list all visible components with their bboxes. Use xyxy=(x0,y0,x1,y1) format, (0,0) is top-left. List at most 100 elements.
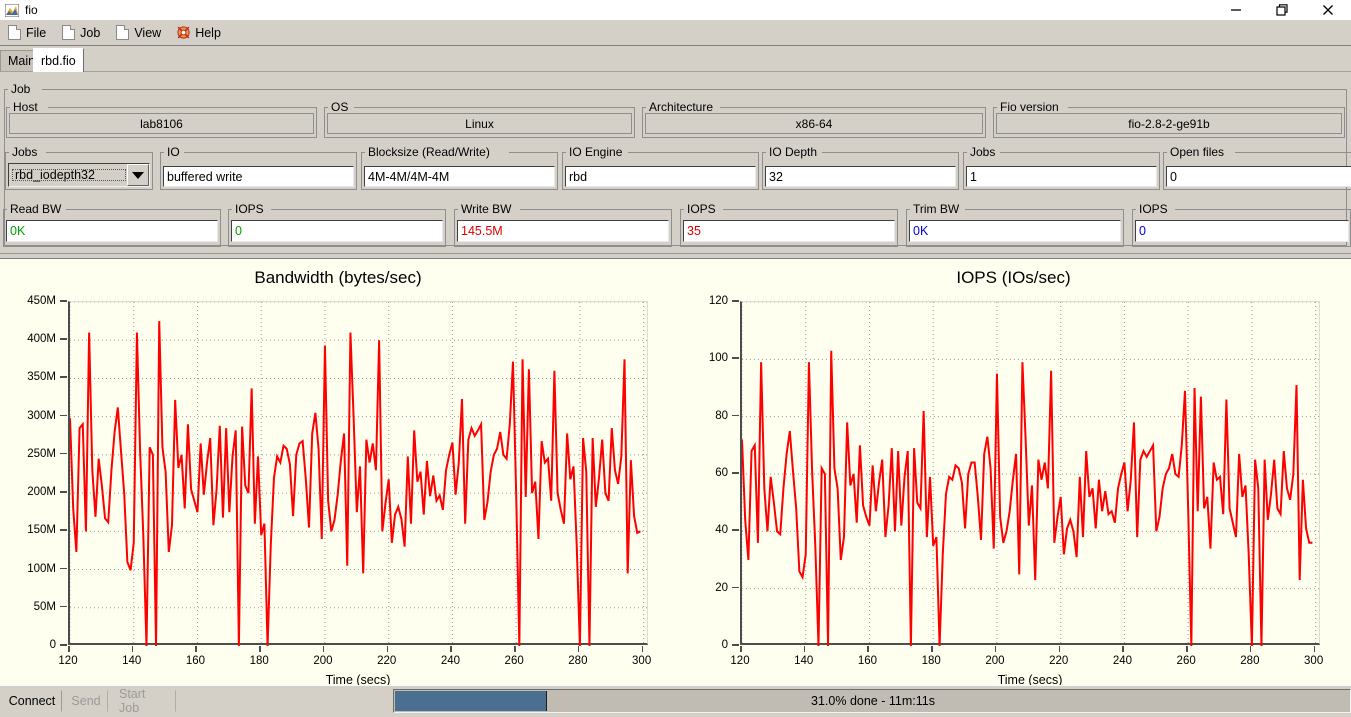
y-tick-mark xyxy=(732,529,739,531)
y-tick-label: 0 xyxy=(721,639,728,651)
progress-status-text: 31.0% done - 11m:11s xyxy=(811,694,935,708)
connect-button[interactable]: Connect xyxy=(2,690,62,712)
y-tick-label: 50M xyxy=(33,600,56,613)
x-tick-mark xyxy=(514,646,516,652)
host-label: Host xyxy=(11,100,40,114)
read-iops-value-field: 0 xyxy=(231,220,443,242)
window-title: fio xyxy=(25,3,38,17)
tab-main-label: Main xyxy=(8,54,36,68)
blocksize-label: Blocksize (Read/Write) xyxy=(366,145,492,159)
x-tick-mark xyxy=(259,646,261,652)
fio-version-value: fio-2.8-2-ge91b xyxy=(996,113,1342,134)
chevron-down-icon[interactable] xyxy=(127,164,149,186)
x-tick-label: 200 xyxy=(313,655,333,667)
x-tick-label: 220 xyxy=(1049,655,1069,667)
title-bar: fio xyxy=(0,0,1351,20)
menu-item-view[interactable]: View xyxy=(108,22,169,44)
y-tick-mark xyxy=(60,529,67,531)
write-bw-label: Write BW xyxy=(459,202,514,216)
close-button[interactable] xyxy=(1305,0,1351,20)
x-tick-mark xyxy=(1313,646,1316,652)
x-tick-label: 140 xyxy=(794,655,814,667)
read-bw-value-field: 0K xyxy=(6,220,218,242)
x-tick-label: 280 xyxy=(568,655,588,667)
x-tick-mark xyxy=(450,646,452,652)
menu-item-help[interactable]: Help xyxy=(169,22,229,44)
document-icon xyxy=(116,25,130,40)
y-tick-mark xyxy=(732,300,739,302)
tab-strip: Main rbd.fio xyxy=(0,46,1351,72)
write-iops-value: 35 xyxy=(687,224,701,238)
read-bw-value: 0K xyxy=(10,224,26,238)
jobs-count-input[interactable]: 1 xyxy=(966,166,1157,187)
y-tick-label: 40 xyxy=(715,524,728,537)
io-input[interactable]: buffered write xyxy=(163,166,354,187)
menu-item-help-label: Help xyxy=(195,25,221,40)
read-bw-label: Read BW xyxy=(8,202,64,216)
trim-iops-value: 0 xyxy=(1139,224,1146,238)
read-iops-value: 0 xyxy=(235,224,242,238)
x-tick-mark xyxy=(1186,646,1188,652)
architecture-label: Architecture xyxy=(647,100,716,114)
y-tick-label: 60 xyxy=(715,467,728,479)
write-iops-value-field: 35 xyxy=(683,220,895,242)
send-button[interactable]: Send xyxy=(64,690,108,712)
x-tick-mark xyxy=(386,646,389,652)
jobs-select-combobox[interactable]: rbd_iodepth32 xyxy=(8,163,150,187)
start-job-button[interactable]: Start Job xyxy=(110,687,176,715)
open-files-input[interactable]: 0 xyxy=(1166,166,1351,187)
os-label: OS xyxy=(329,100,351,114)
y-tick-mark xyxy=(60,376,67,378)
y-tick-label: 200M xyxy=(27,486,56,499)
blocksize-input[interactable]: 4M-4M/4M-4M xyxy=(364,166,555,187)
open-files-value: 0 xyxy=(1170,169,1177,184)
y-tick-mark xyxy=(60,567,67,570)
x-tick-mark xyxy=(1058,646,1061,652)
x-tick-mark xyxy=(322,646,325,652)
y-tick-mark xyxy=(60,605,67,608)
jobs-select-value: rbd_iodepth32 xyxy=(11,168,127,182)
y-tick-mark xyxy=(732,644,739,646)
y-tick-label: 0 xyxy=(49,639,56,651)
document-icon xyxy=(62,25,76,40)
x-tick-mark xyxy=(131,646,134,652)
x-tick-label: 300 xyxy=(632,655,652,667)
x-tick-label: 180 xyxy=(921,655,941,667)
os-value: Linux xyxy=(327,113,632,134)
menu-item-file[interactable]: File xyxy=(0,22,54,44)
x-tick-mark xyxy=(68,646,70,652)
io-engine-input[interactable]: rbd xyxy=(565,166,756,187)
y-tick-mark xyxy=(732,472,739,474)
job-group-label: Job xyxy=(9,82,33,96)
write-bw-value-field: 145.5M xyxy=(457,220,669,242)
x-tick-label: 140 xyxy=(122,655,142,667)
y-tick-mark xyxy=(60,414,67,417)
x-tick-label: 280 xyxy=(1240,655,1260,667)
menu-item-job[interactable]: Job xyxy=(54,22,108,44)
io-engine-label: IO Engine xyxy=(567,145,625,159)
charts-panel: Bandwidth (bytes/sec) 0 50M 100M 150M 200M 25… xyxy=(0,258,1351,687)
open-files-label: Open files xyxy=(1168,145,1227,159)
status-bar: Connect Send Start Job 31.0% done - 11m:… xyxy=(0,685,1351,717)
trim-bw-value-field: 0K xyxy=(909,220,1121,242)
x-tick-label: 180 xyxy=(249,655,269,667)
fio-version-label: Fio version xyxy=(998,100,1061,114)
y-tick-label: 20 xyxy=(715,581,728,594)
y-tick-label: 120 xyxy=(708,295,728,307)
tab-rbd-fio[interactable]: rbd.fio xyxy=(33,48,84,72)
minimize-button[interactable] xyxy=(1213,0,1259,20)
trim-iops-value-field: 0 xyxy=(1135,220,1349,242)
architecture-value: x86-64 xyxy=(645,113,983,134)
x-tick-label: 300 xyxy=(1304,655,1324,667)
y-tick-label: 100M xyxy=(27,562,56,575)
x-tick-label: 240 xyxy=(440,655,460,667)
x-tick-mark xyxy=(1249,646,1252,652)
maximize-button[interactable] xyxy=(1259,0,1305,20)
io-depth-value: 32 xyxy=(769,169,783,184)
io-depth-input[interactable]: 32 xyxy=(765,166,956,187)
x-tick-mark xyxy=(195,646,197,652)
menu-item-file-label: File xyxy=(26,25,47,40)
y-tick-label: 350M xyxy=(27,371,56,384)
x-tick-mark xyxy=(740,646,742,652)
window-controls xyxy=(1213,0,1351,20)
